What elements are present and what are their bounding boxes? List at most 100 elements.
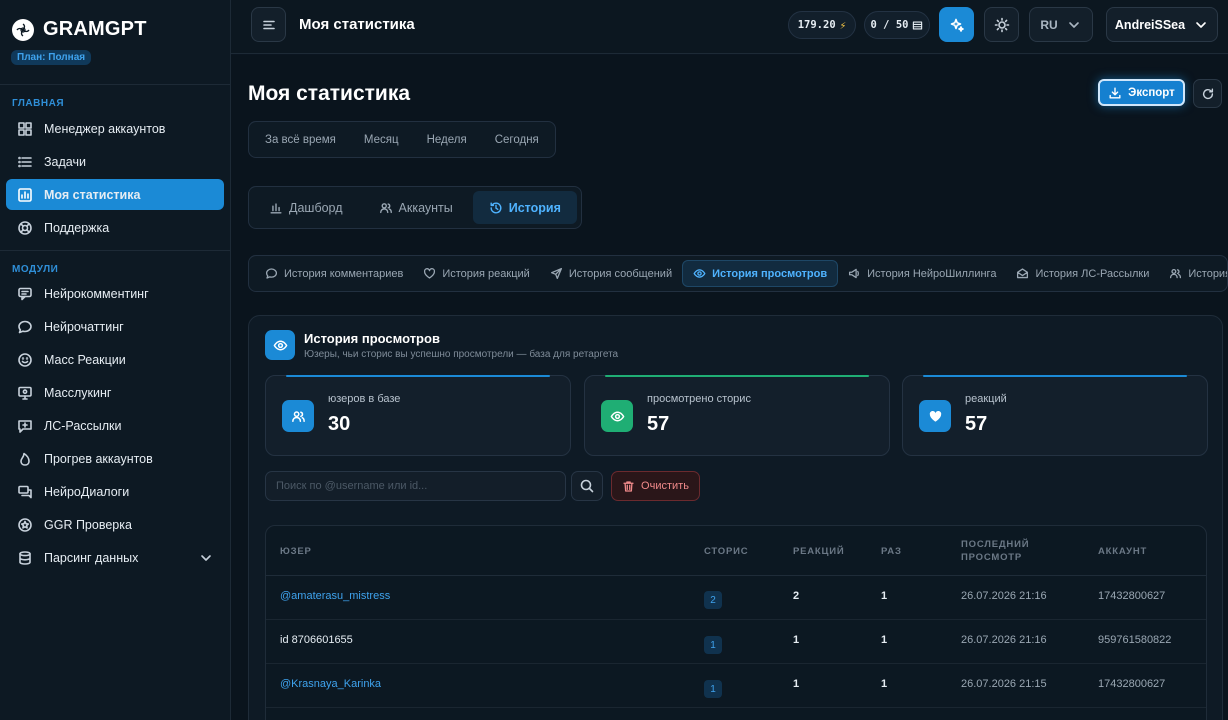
chat-bubble-icon: [18, 320, 32, 333]
column-header-account[interactable]: АККАУНТ: [1098, 545, 1147, 558]
sidebar-item-ggr-check[interactable]: GGR Проверка: [6, 509, 224, 540]
period-all-time[interactable]: За всё время: [253, 126, 348, 153]
chevron-down-icon[interactable]: [198, 550, 214, 566]
row-times: 1: [881, 634, 888, 646]
stat-value: 57: [647, 413, 670, 435]
history-tab-dm-mailing[interactable]: История ЛС-Рассылки: [1006, 260, 1159, 287]
heart-icon: [424, 268, 436, 279]
plan-badge: План: Полная: [11, 50, 92, 65]
row-user[interactable]: @amaterasu_mistress: [280, 590, 390, 602]
theme-toggle-button[interactable]: [984, 7, 1019, 42]
export-button[interactable]: Экспорт: [1098, 79, 1185, 106]
history-icon: [490, 201, 502, 213]
sparkle-icon: [950, 18, 964, 32]
column-header-times[interactable]: РАЗ: [881, 545, 902, 558]
download-icon: [1109, 86, 1121, 99]
tab-dashboard[interactable]: Дашборд: [253, 191, 359, 224]
monitor-eye-icon: [18, 386, 32, 400]
column-header-stories[interactable]: СТОРИС: [704, 545, 748, 558]
history-tabs: История комментариев История реакций Ист…: [248, 255, 1228, 292]
clear-button[interactable]: Очистить: [611, 471, 700, 501]
refresh-button[interactable]: [1193, 79, 1222, 108]
language-value: RU: [1040, 17, 1058, 32]
table-header: ЮЗЕР СТОРИС РЕАКЦИЙ РАЗ ПОСЛЕДНИЙ ПРОСМО…: [266, 526, 1206, 576]
sidebar-item-mass-reactions[interactable]: Масс Реакции: [6, 344, 224, 375]
history-tab-comments[interactable]: История комментариев: [255, 260, 413, 287]
search-icon: [580, 479, 594, 493]
brand-name: GRAMGPT: [43, 18, 147, 40]
language-select[interactable]: RU: [1029, 7, 1093, 42]
stat-value: 30: [328, 413, 351, 435]
column-header-user[interactable]: ЮЗЕР: [280, 545, 312, 558]
table-row[interactable]: @amaterasu_mistress 2 2 1 26.07.2026 21:…: [266, 576, 1206, 620]
history-tab-messages[interactable]: История сообщений: [540, 260, 682, 287]
menu-toggle-button[interactable]: [251, 7, 286, 42]
stat-value: 57: [965, 413, 988, 435]
tab-label: Аккаунты: [398, 200, 453, 215]
chevron-down-icon: [1068, 21, 1079, 28]
brand[interactable]: GRAMGPT: [12, 18, 147, 41]
column-header-reactions[interactable]: РЕАКЦИЙ: [793, 545, 845, 558]
username: AndreiSSea: [1114, 17, 1186, 32]
history-tab-neuroshilling[interactable]: История НейроШиллинга: [838, 260, 1006, 287]
megaphone-icon: [849, 268, 860, 279]
row-last-view: 26.07.2026 21:16: [961, 634, 1047, 646]
balance-pill[interactable]: 179.20 ⚡: [788, 11, 856, 39]
sidebar-item-data-parsing[interactable]: Парсинг данных: [6, 542, 224, 573]
views-table: ЮЗЕР СТОРИС РЕАКЦИЙ РАЗ ПОСЛЕДНИЙ ПРОСМО…: [265, 525, 1207, 720]
eye-icon: [265, 330, 295, 360]
sidebar-item-tasks[interactable]: Задачи: [6, 146, 224, 177]
stories-count-badge: 1: [704, 680, 722, 698]
period-week[interactable]: Неделя: [415, 126, 479, 153]
heart-icon: [919, 400, 951, 432]
sidebar-item-support[interactable]: Поддержка: [6, 212, 224, 243]
chat-bubble-icon: [265, 268, 278, 279]
sidebar-item-neurodialogs[interactable]: НейроДиалоги: [6, 476, 224, 507]
history-tab-views[interactable]: История просмотров: [682, 260, 839, 287]
topbar-title: Моя статистика: [299, 16, 415, 33]
sidebar-item-account-manager[interactable]: Менеджер аккаунтов: [6, 113, 224, 144]
tab-accounts[interactable]: Аккаунты: [363, 191, 469, 224]
page-title: Моя статистика: [248, 82, 411, 105]
table-row[interactable]: @Krasnaya_Karinka 1 1 1 26.07.2026 21:15…: [266, 664, 1206, 708]
quota-pill[interactable]: 0 / 50: [864, 11, 930, 39]
column-header-last-view[interactable]: ПОСЛЕДНИЙ ПРОСМОТР: [961, 538, 1051, 564]
send-icon: [550, 267, 562, 280]
tab-label: Дашборд: [289, 200, 343, 215]
lightning-icon: ⚡: [839, 18, 847, 32]
sidebar-item-label: Масс Реакции: [44, 352, 126, 367]
sidebar-item-dm-mailing[interactable]: ЛС-Рассылки: [6, 410, 224, 441]
stat-label: просмотрено сторис: [647, 393, 751, 405]
sidebar-item-neurochatting[interactable]: Нейрочаттинг: [6, 311, 224, 342]
row-account: 17432800627: [1098, 590, 1166, 602]
sidebar-item-neurocommenting[interactable]: Нейрокомментинг: [6, 278, 224, 309]
history-tab-label: История комментариев: [284, 267, 404, 280]
tab-history[interactable]: История: [472, 191, 577, 224]
sidebar-item-my-stats[interactable]: Моя статистика: [6, 179, 224, 210]
table-row[interactable]: id 8706601655 1 1 1 26.07.2026 21:16 959…: [266, 620, 1206, 664]
users-icon: [1170, 268, 1182, 279]
bar-chart-icon: [270, 202, 282, 214]
sidebar-item-masslooking[interactable]: Масслукинг: [6, 377, 224, 408]
view-history-card: История просмотров Юзеры, чьи сторис вы …: [248, 315, 1223, 720]
history-tab-reactions[interactable]: История реакций: [413, 260, 539, 287]
sidebar-item-label: НейроДиалоги: [44, 484, 130, 499]
user-menu-button[interactable]: AndreiSSea: [1106, 7, 1218, 42]
period-month[interactable]: Месяц: [352, 126, 411, 153]
search-button[interactable]: [571, 471, 603, 501]
period-today[interactable]: Сегодня: [483, 126, 551, 153]
gramgpt-logo-icon: [12, 18, 34, 41]
history-tab-spam[interactable]: История Спа: [1159, 260, 1227, 287]
stat-accent-bar: [923, 375, 1187, 377]
users-icon: [379, 202, 392, 213]
sidebar-item-label: Парсинг данных: [44, 550, 139, 565]
sidebar-item-account-warmup[interactable]: Прогрев аккаунтов: [6, 443, 224, 474]
history-tab-label: История сообщений: [568, 267, 673, 280]
comments-icon: [18, 287, 32, 300]
search-input[interactable]: [265, 471, 566, 501]
sidebar-divider: [0, 84, 231, 85]
ai-sparkle-button[interactable]: [939, 7, 974, 42]
stat-reactions: реакций 57: [902, 375, 1208, 456]
history-tab-label: История реакций: [442, 267, 530, 280]
row-user[interactable]: @Krasnaya_Karinka: [280, 678, 381, 690]
